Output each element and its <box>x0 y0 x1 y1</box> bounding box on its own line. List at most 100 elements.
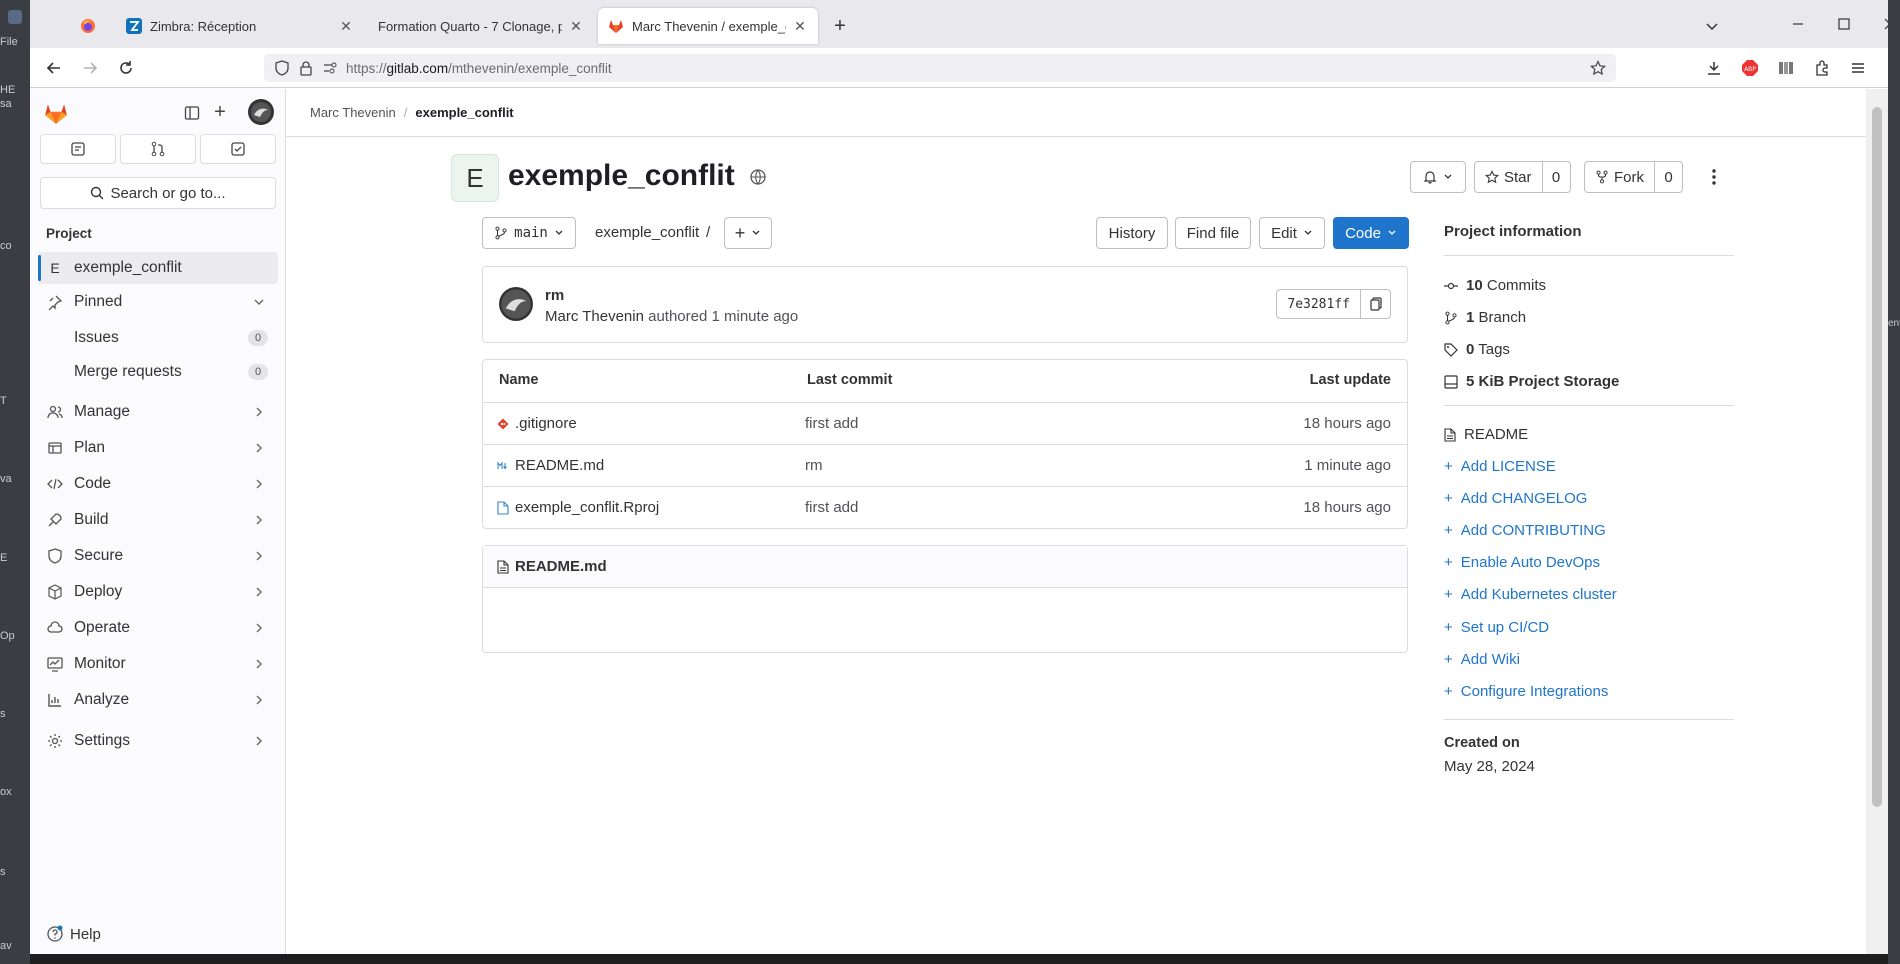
search-input[interactable]: Search or go to... <box>40 177 276 209</box>
merge-requests-shortcut-button[interactable] <box>120 134 196 164</box>
fork-count[interactable]: 0 <box>1654 162 1682 192</box>
sidebar-item-manage[interactable]: Manage <box>38 396 278 428</box>
breadcrumb-owner[interactable]: Marc Thevenin <box>310 105 396 120</box>
menu-hamburger-icon[interactable] <box>1848 58 1868 78</box>
commit-sha[interactable]: 7e3281ff <box>1277 290 1360 318</box>
scrollbar-thumb[interactable] <box>1872 107 1882 807</box>
page-scrollbar[interactable] <box>1866 89 1888 954</box>
star-count[interactable]: 0 <box>1541 162 1570 192</box>
table-row[interactable]: .gitignore first add 18 hours ago <box>483 402 1407 444</box>
star-button[interactable]: Star <box>1475 162 1542 192</box>
window-close-icon[interactable] <box>1882 16 1888 32</box>
tags-stat[interactable]: 0 Tags <box>1444 341 1510 358</box>
edit-dropdown-button[interactable]: Edit <box>1259 217 1325 249</box>
adblock-icon[interactable]: ABP <box>1740 58 1760 78</box>
url-bar[interactable]: https://gitlab.com/mthevenin/exemple_con… <box>264 54 1616 82</box>
gitlab-logo-icon[interactable] <box>42 99 70 127</box>
file-name-cell[interactable]: exemple_conflit.Rproj <box>497 499 659 516</box>
bookmark-star-icon[interactable] <box>1590 60 1606 76</box>
sidebar-item-merge-requests[interactable]: Merge requests 0 <box>38 356 278 388</box>
column-header-last-update: Last update <box>1309 372 1391 388</box>
tab-gitlab[interactable]: Marc Thevenin / exemple_conf ✕ <box>598 8 818 44</box>
file-name-cell[interactable]: README.md <box>497 457 604 474</box>
sidebar-item-monitor[interactable]: Monitor <box>38 648 278 680</box>
project-avatar: E <box>451 154 499 202</box>
reload-icon[interactable] <box>116 58 136 78</box>
setup-cicd-link[interactable]: + Set up CI/CD <box>1444 619 1549 636</box>
table-row[interactable]: README.md rm 1 minute ago <box>483 444 1407 486</box>
branches-stat[interactable]: 1 Branch <box>1444 309 1526 326</box>
sidebar-item-operate[interactable]: Operate <box>38 612 278 644</box>
sidebar-item-deploy[interactable]: Deploy <box>38 576 278 608</box>
sidebar-item-secure[interactable]: Secure <box>38 540 278 572</box>
library-icon[interactable] <box>1776 58 1796 78</box>
lock-icon[interactable] <box>298 60 314 76</box>
notifications-button[interactable] <box>1410 161 1466 193</box>
chevron-right-icon <box>252 513 266 527</box>
commit-author-avatar[interactable] <box>499 287 533 321</box>
add-to-tree-button[interactable]: + <box>724 217 772 249</box>
tab-firefox[interactable] <box>70 8 110 44</box>
sidebar-item-build[interactable]: Build <box>38 504 278 536</box>
tab-zimbra[interactable]: Zimbra: Réception ✕ <box>116 8 364 44</box>
forward-arrow-icon[interactable] <box>80 58 100 78</box>
star-button-group[interactable]: Star 0 <box>1474 161 1571 193</box>
repo-path[interactable]: exemple_conflit <box>595 224 699 241</box>
code-dropdown-button[interactable]: Code <box>1333 217 1409 249</box>
bell-icon <box>1423 170 1437 184</box>
sidebar-item-issues[interactable]: Issues 0 <box>38 322 278 354</box>
close-icon[interactable]: ✕ <box>568 18 584 34</box>
readme-title[interactable]: README.md <box>515 558 607 575</box>
sidebar-item-pinned[interactable]: Pinned <box>38 286 278 318</box>
tab-quarto[interactable]: Formation Quarto - 7 Clonage, pull ✕ <box>368 8 594 44</box>
maximize-icon[interactable] <box>1836 16 1852 32</box>
last-commit-cell[interactable]: first add <box>805 415 858 432</box>
file-name-cell[interactable]: .gitignore <box>497 415 577 432</box>
last-commit-cell[interactable]: rm <box>805 457 823 474</box>
list-tabs-icon[interactable] <box>1702 16 1722 36</box>
add-changelog-link[interactable]: + Add CHANGELOG <box>1444 490 1587 507</box>
help-button[interactable]: Help <box>46 925 101 943</box>
commit-message[interactable]: rm <box>545 287 564 304</box>
sidebar-item-analyze[interactable]: Analyze <box>38 684 278 716</box>
permissions-icon[interactable] <box>322 60 338 76</box>
add-wiki-link[interactable]: + Add Wiki <box>1444 651 1520 668</box>
more-actions-icon[interactable] <box>1704 167 1724 187</box>
minimize-icon[interactable] <box>1790 16 1806 32</box>
shield-icon[interactable] <box>274 60 290 76</box>
fork-button[interactable]: Fork <box>1585 162 1654 192</box>
table-row[interactable]: exemple_conflit.Rproj first add 18 hours… <box>483 486 1407 528</box>
create-new-icon[interactable]: + <box>210 101 230 123</box>
last-commit-cell[interactable]: first add <box>805 499 858 516</box>
enable-auto-devops-link[interactable]: + Enable Auto DevOps <box>1444 554 1600 571</box>
fork-button-group[interactable]: Fork 0 <box>1584 161 1683 193</box>
breadcrumb-project[interactable]: exemple_conflit <box>415 105 513 120</box>
sidebar-item-plan[interactable]: Plan <box>38 432 278 464</box>
history-button[interactable]: History <box>1096 217 1168 249</box>
add-kubernetes-cluster-link[interactable]: + Add Kubernetes cluster <box>1444 586 1617 603</box>
sidebar-toggle-icon[interactable] <box>182 103 202 123</box>
sidebar-item-code[interactable]: Code <box>38 468 278 500</box>
branch-selector[interactable]: main <box>482 217 576 249</box>
find-file-button[interactable]: Find file <box>1175 217 1251 249</box>
add-license-link[interactable]: + Add LICENSE <box>1444 458 1556 475</box>
back-arrow-icon[interactable] <box>44 58 64 78</box>
add-contributing-link[interactable]: + Add CONTRIBUTING <box>1444 522 1606 539</box>
new-tab-icon[interactable]: + <box>830 15 850 37</box>
download-icon[interactable] <box>1704 58 1724 78</box>
user-avatar[interactable] <box>248 99 274 125</box>
sidebar-item-settings[interactable]: Settings <box>38 725 278 757</box>
extensions-icon[interactable] <box>1812 58 1832 78</box>
storage-stat[interactable]: 5 KiB Project Storage <box>1444 373 1619 390</box>
sidebar-item-project[interactable]: E exemple_conflit <box>38 252 278 284</box>
issues-shortcut-button[interactable] <box>40 134 116 164</box>
todos-shortcut-button[interactable] <box>200 134 276 164</box>
commits-stat[interactable]: 10 Commits <box>1444 277 1546 294</box>
configure-integrations-link[interactable]: + Configure Integrations <box>1444 683 1608 700</box>
commit-author[interactable]: Marc Thevenin <box>545 308 644 325</box>
chevron-right-icon <box>252 585 266 599</box>
close-icon[interactable]: ✕ <box>338 18 354 34</box>
readme-link[interactable]: README <box>1444 426 1528 443</box>
close-icon[interactable]: ✕ <box>792 18 808 34</box>
copy-icon[interactable] <box>1360 290 1390 318</box>
